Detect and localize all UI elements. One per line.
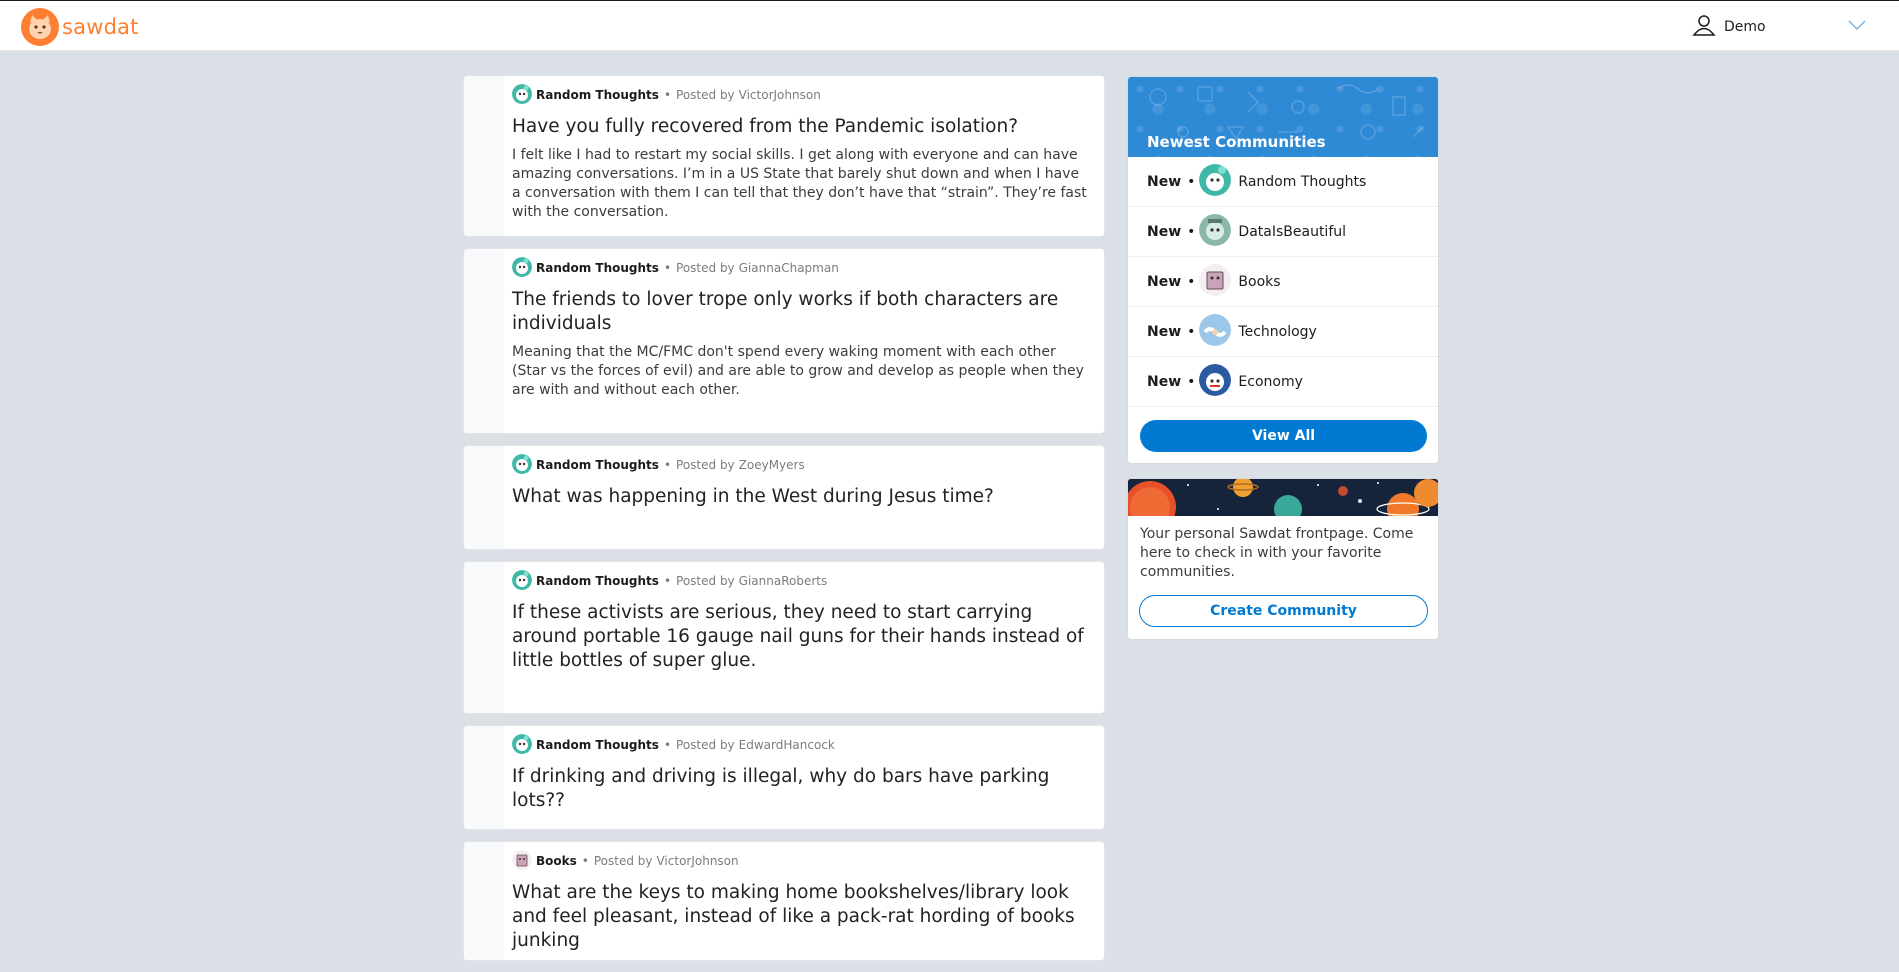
books-icon: [512, 849, 536, 873]
community-link[interactable]: Random Thoughts: [536, 458, 659, 472]
community-link[interactable]: Random Thoughts: [536, 738, 659, 752]
newest-communities-card: Newest Communities New • Random Thoughts…: [1127, 76, 1439, 464]
post-body: Meaning that the MC/FMC don't spend ever…: [512, 344, 1084, 398]
random-thoughts-icon: [512, 83, 536, 107]
author-link[interactable]: ZoeyMyers: [739, 458, 805, 472]
post-meta: Random Thoughts • Posted by GiannaChapma…: [512, 256, 1088, 280]
newest-communities-title: Newest Communities: [1147, 133, 1326, 151]
community-item-dataisbeautiful[interactable]: New • DataIsBeautiful: [1128, 207, 1438, 257]
author-link[interactable]: GiannaRoberts: [739, 574, 828, 588]
vote-rail: [464, 76, 504, 236]
user-name: Demo: [1724, 19, 1766, 35]
planets-banner-icon: [1128, 479, 1438, 516]
post-card[interactable]: Books • Posted by VictorJohnson What are…: [463, 841, 1105, 961]
random-thoughts-icon: [1199, 163, 1238, 200]
post-card[interactable]: Random Thoughts • Posted by GiannaChapma…: [463, 248, 1105, 434]
brand-name: sawdat: [62, 15, 139, 39]
community-item-books[interactable]: New • Books: [1128, 257, 1438, 307]
home-logo-link[interactable]: sawdat: [21, 7, 139, 47]
home-description: Your personal Sawdat frontpage. Come her…: [1140, 526, 1414, 580]
post-card[interactable]: Random Thoughts • Posted by EdwardHancoc…: [463, 725, 1105, 830]
post-title[interactable]: If these activists are serious, they nee…: [512, 601, 1088, 673]
technology-icon: [1199, 313, 1238, 350]
author-link[interactable]: VictorJohnson: [656, 854, 738, 868]
post-meta: Books • Posted by VictorJohnson: [512, 849, 1088, 873]
space-banner: [1128, 479, 1438, 516]
author-link[interactable]: GiannaChapman: [739, 261, 839, 275]
post-title[interactable]: The friends to lover trope only works if…: [512, 288, 1088, 336]
create-community-button[interactable]: Create Community: [1139, 595, 1428, 627]
user-icon: [1692, 14, 1716, 40]
post-card[interactable]: Random Thoughts • Posted by ZoeyMyers Wh…: [463, 445, 1105, 550]
data-is-beautiful-icon: [1199, 213, 1238, 250]
post-title[interactable]: If drinking and driving is illegal, why …: [512, 765, 1088, 813]
random-thoughts-icon: [512, 453, 536, 477]
user-menu-button[interactable]: Demo: [1692, 15, 1766, 39]
author-link[interactable]: VictorJohnson: [739, 88, 821, 102]
author-link[interactable]: EdwardHancock: [739, 738, 835, 752]
books-icon: [1199, 263, 1238, 300]
community-item-economy[interactable]: New • Economy: [1128, 357, 1438, 407]
community-item-random-thoughts[interactable]: New • Random Thoughts: [1128, 157, 1438, 207]
post-title[interactable]: Have you fully recovered from the Pandem…: [512, 115, 1088, 139]
post-card[interactable]: Random Thoughts • Posted by VictorJohnso…: [463, 75, 1105, 237]
post-body: I felt like I had to restart my social s…: [512, 147, 1087, 220]
community-link[interactable]: Random Thoughts: [536, 574, 659, 588]
post-title[interactable]: What are the keys to making home bookshe…: [512, 881, 1088, 953]
post-meta: Random Thoughts • Posted by EdwardHancoc…: [512, 733, 1088, 757]
vote-rail: [464, 562, 504, 713]
post-meta: Random Thoughts • Posted by VictorJohnso…: [512, 83, 1088, 107]
economy-icon: [1199, 363, 1238, 400]
vote-rail: [464, 726, 504, 829]
community-item-technology[interactable]: New • Technology: [1128, 307, 1438, 357]
community-link[interactable]: Random Thoughts: [536, 261, 659, 275]
post-title[interactable]: What was happening in the West during Je…: [512, 485, 1088, 509]
home-card: Your personal Sawdat frontpage. Come her…: [1127, 478, 1439, 640]
post-meta: Random Thoughts • Posted by ZoeyMyers: [512, 453, 1088, 477]
random-thoughts-icon: [512, 569, 536, 593]
community-link[interactable]: Books: [536, 854, 577, 868]
view-all-button[interactable]: View All: [1140, 420, 1427, 452]
top-navigation-bar: sawdat Demo: [0, 0, 1899, 51]
vote-rail: [464, 249, 504, 433]
post-meta: Random Thoughts • Posted by GiannaRobert…: [512, 569, 1088, 593]
community-link[interactable]: Random Thoughts: [536, 88, 659, 102]
chevron-down-icon[interactable]: [1847, 17, 1867, 36]
vote-rail: [464, 446, 504, 549]
communities-banner: Newest Communities: [1128, 77, 1438, 157]
post-card[interactable]: Random Thoughts • Posted by GiannaRobert…: [463, 561, 1105, 714]
vote-rail: [464, 842, 504, 960]
random-thoughts-icon: [512, 733, 536, 757]
cat-logo-icon: [21, 8, 59, 46]
post-feed: Random Thoughts • Posted by VictorJohnso…: [463, 75, 1105, 972]
random-thoughts-icon: [512, 256, 536, 280]
